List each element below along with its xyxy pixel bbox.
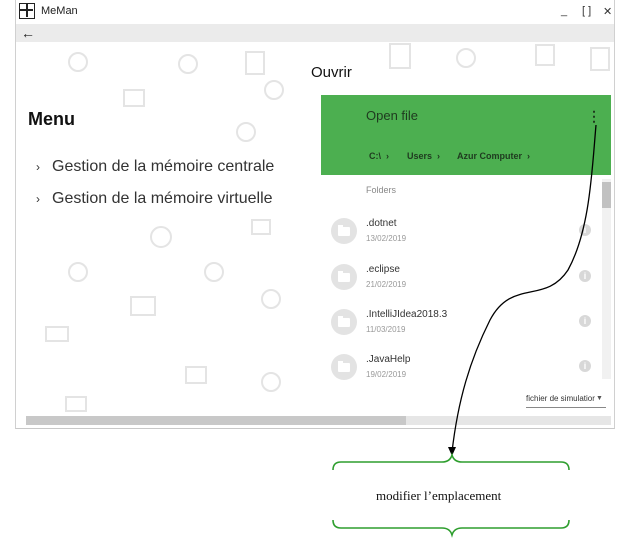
annotation-arrow	[448, 124, 597, 456]
annotation-overlay	[332, 124, 597, 538]
annotation-caption: modifier l’emplacement	[376, 488, 502, 503]
